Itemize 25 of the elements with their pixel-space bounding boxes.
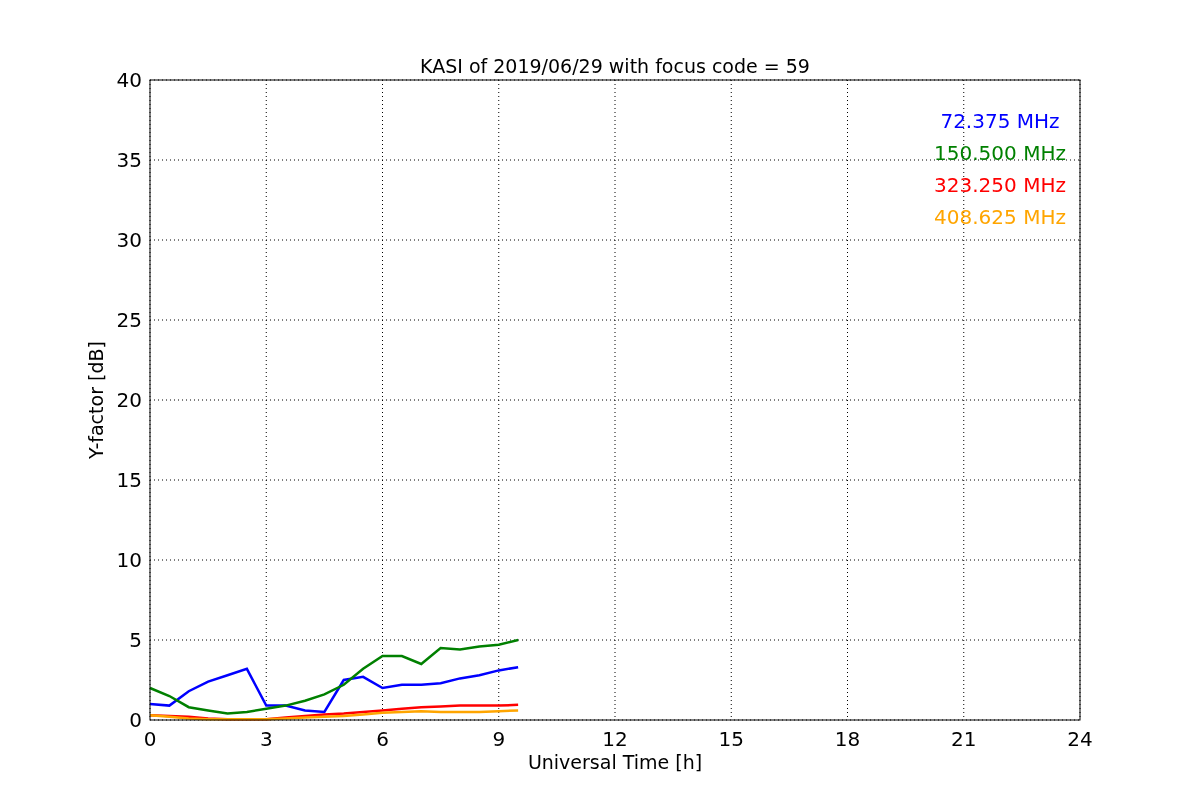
x-tick-label: 21: [951, 727, 977, 751]
legend-label: 408.625 MHz: [934, 205, 1066, 229]
chart-title: KASI of 2019/06/29 with focus code = 59: [420, 55, 810, 77]
x-tick-label: 24: [1067, 727, 1093, 751]
y-tick-label: 0: [129, 708, 142, 732]
x-tick-label: 18: [834, 727, 861, 751]
y-tick-label: 40: [116, 68, 142, 92]
y-tick-label: 15: [116, 468, 142, 492]
x-tick-label: 12: [602, 727, 628, 751]
y-tick-label: 35: [116, 148, 142, 172]
x-tick-label: 3: [259, 727, 273, 751]
legend-label: 72.375 MHz: [940, 109, 1060, 133]
y-tick-label: 20: [116, 388, 142, 412]
legend-label: 150.500 MHz: [934, 141, 1066, 165]
y-axis-label: Y-factor [dB]: [85, 341, 107, 459]
y-tick-label: 25: [116, 308, 142, 332]
x-tick-label: 0: [143, 727, 157, 751]
y-tick-label: 5: [129, 628, 142, 652]
x-tick-label: 9: [492, 727, 506, 751]
legend-label: 323.250 MHz: [934, 173, 1066, 197]
x-tick-label: 15: [718, 727, 744, 751]
x-axis-label: Universal Time [h]: [527, 751, 703, 773]
y-tick-label: 10: [116, 548, 142, 572]
x-tick-label: 6: [376, 727, 389, 751]
y-tick-label: 30: [116, 228, 142, 252]
